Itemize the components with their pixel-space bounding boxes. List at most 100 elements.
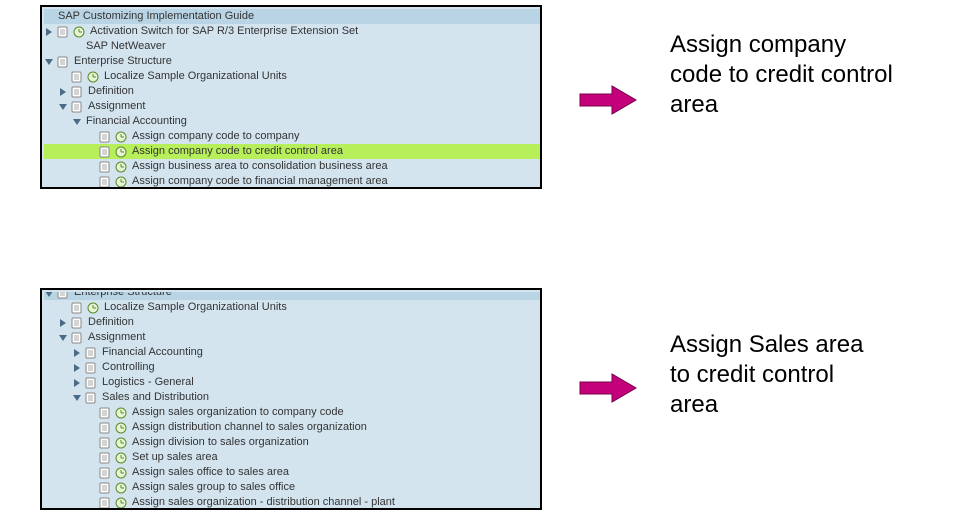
tree-row-label: Assign division to sales organization [130,435,309,450]
tree-row[interactable]: Assign company code to credit control ar… [44,144,540,159]
document-icon[interactable] [98,421,112,435]
expand-placeholder [86,437,98,449]
tree-row[interactable]: Assign company code to financial managem… [44,174,540,189]
tree-row[interactable]: Assignment [44,99,540,114]
tree-row[interactable]: Definition [44,84,540,99]
expand-closed-icon[interactable] [72,377,84,389]
tree-row-label: Assign sales organization - distribution… [130,495,395,510]
activity-icon[interactable] [114,145,128,159]
tree-row[interactable]: SAP NetWeaver [44,39,540,54]
expand-open-icon[interactable] [44,292,56,300]
expand-closed-icon[interactable] [72,362,84,374]
tree-row-label: Logistics - General [100,375,194,390]
activity-icon[interactable] [114,466,128,480]
expand-closed-icon[interactable] [44,26,56,38]
activity-icon[interactable] [114,130,128,144]
tree-row[interactable]: Enterprise Structure [44,292,540,300]
document-icon[interactable] [56,25,70,39]
expand-closed-icon[interactable] [58,86,70,98]
tree-row[interactable]: Assign distribution channel to sales org… [44,420,540,435]
activity-icon[interactable] [114,160,128,174]
document-icon[interactable] [84,391,98,405]
document-icon[interactable] [56,292,70,300]
sap-tree-panel-2: Enterprise StructureLocalize Sample Orga… [40,288,542,510]
document-icon[interactable] [70,100,84,114]
tree-row[interactable]: Assign sales group to sales office [44,480,540,495]
document-icon[interactable] [98,481,112,495]
expand-placeholder [86,452,98,464]
right-arrow-icon [578,370,638,406]
expand-placeholder [86,482,98,494]
tree-row-label: Localize Sample Organizational Units [102,69,287,84]
tree-row[interactable]: Assign sales organization - distribution… [44,495,540,510]
activity-icon[interactable] [114,451,128,465]
tree-row[interactable]: Definition [44,315,540,330]
expand-open-icon[interactable] [58,332,70,344]
caption-2: Assign Sales area to credit control area [670,330,960,420]
document-icon[interactable] [98,406,112,420]
tree-row[interactable]: Assign sales office to sales area [44,465,540,480]
tree-row[interactable]: Localize Sample Organizational Units [44,300,540,315]
activity-icon[interactable] [114,496,128,510]
expand-open-icon[interactable] [58,101,70,113]
tree-row[interactable]: Financial Accounting [44,114,540,129]
tree-row[interactable]: Financial Accounting [44,345,540,360]
document-icon[interactable] [56,55,70,69]
tree-row-label: Assignment [86,330,145,345]
tree-row[interactable]: Localize Sample Organizational Units [44,69,540,84]
expand-placeholder [58,71,70,83]
document-icon[interactable] [84,376,98,390]
tree-row-label: Definition [86,315,134,330]
document-icon[interactable] [70,301,84,315]
tree-row[interactable]: SAP Customizing Implementation Guide [44,9,540,24]
activity-icon[interactable] [114,436,128,450]
document-icon[interactable] [70,316,84,330]
document-icon[interactable] [70,85,84,99]
tree-row[interactable]: Assignment [44,330,540,345]
tree-row[interactable]: Logistics - General [44,375,540,390]
document-icon[interactable] [98,145,112,159]
document-icon[interactable] [70,70,84,84]
document-icon[interactable] [98,130,112,144]
document-icon[interactable] [98,451,112,465]
tree-row[interactable]: Assign division to sales organization [44,435,540,450]
tree-row-label: SAP NetWeaver [84,39,166,54]
tree-row-label: Localize Sample Organizational Units [102,300,287,315]
expand-open-icon[interactable] [72,116,84,128]
document-icon[interactable] [84,361,98,375]
document-icon[interactable] [98,436,112,450]
tree-row-label: Assign company code to company [130,129,300,144]
activity-icon[interactable] [86,301,100,315]
tree-row-label: Financial Accounting [100,345,203,360]
document-icon[interactable] [98,175,112,189]
expand-open-icon[interactable] [72,392,84,404]
tree-row[interactable]: Activation Switch for SAP R/3 Enterprise… [44,24,540,39]
activity-icon[interactable] [114,481,128,495]
expand-closed-icon[interactable] [72,347,84,359]
caption-line: Assign Sales area [670,330,960,360]
tree-row[interactable]: Sales and Distribution [44,390,540,405]
tree-row[interactable]: Assign sales organization to company cod… [44,405,540,420]
document-icon[interactable] [84,346,98,360]
tree-row[interactable]: Enterprise Structure [44,54,540,69]
tree-row[interactable]: Controlling [44,360,540,375]
tree-row[interactable]: Assign business area to consolidation bu… [44,159,540,174]
activity-icon[interactable] [114,406,128,420]
tree-row-label: Assign sales organization to company cod… [130,405,344,420]
activity-icon[interactable] [114,421,128,435]
activity-icon[interactable] [114,175,128,189]
tree-row[interactable]: Set up sales area [44,450,540,465]
expand-open-icon[interactable] [44,56,56,68]
expand-placeholder [86,146,98,158]
tree-row[interactable]: Assign company code to company [44,129,540,144]
document-icon[interactable] [70,331,84,345]
document-icon[interactable] [98,466,112,480]
expand-placeholder [86,422,98,434]
document-icon[interactable] [98,496,112,510]
activity-icon[interactable] [72,25,86,39]
right-arrow-icon [578,82,638,118]
expand-closed-icon[interactable] [58,317,70,329]
activity-icon[interactable] [86,70,100,84]
sap-tree-panel-1: SAP Customizing Implementation GuideActi… [40,5,542,189]
document-icon[interactable] [98,160,112,174]
